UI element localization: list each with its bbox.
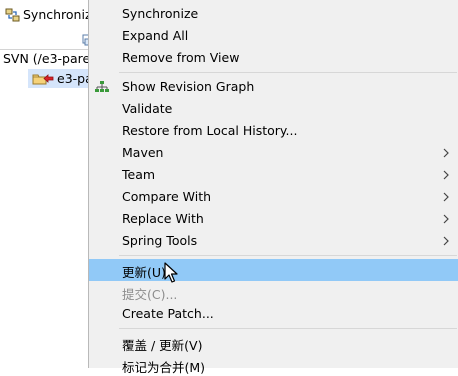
menu-item-create-patch[interactable]: Create Patch...: [89, 303, 458, 325]
menu-item-label: 更新(U): [122, 265, 166, 280]
synchronize-view-icon: [5, 8, 20, 22]
menu-item-spring-tools[interactable]: Spring Tools: [89, 230, 458, 252]
menu-item-replace-with[interactable]: Replace With: [89, 208, 458, 230]
menu-item-label: Synchronize: [122, 6, 199, 21]
menu-item-label: Maven: [122, 145, 164, 160]
menu-item-label: Expand All: [122, 28, 189, 43]
menu-item-label: Replace With: [122, 211, 204, 226]
chevron-right-icon: [443, 192, 449, 202]
chevron-right-icon: [443, 236, 449, 246]
synchronize-view: Synchronize SVN (/e3-pare e3-pa: [0, 0, 100, 368]
menu-item-restore-from-local-history[interactable]: Restore from Local History...: [89, 120, 458, 142]
menu-item-label: 提交(C)...: [122, 287, 178, 302]
menu-item-label: Spring Tools: [122, 233, 198, 248]
view-toolbar-divider: [0, 49, 100, 50]
synchronize-view-tab[interactable]: Synchronize: [0, 0, 100, 30]
menu-item-commit: 提交(C)...: [89, 281, 458, 303]
menu-item-compare-with[interactable]: Compare With: [89, 186, 458, 208]
menu-separator: [119, 255, 457, 256]
menu-item-label: Compare With: [122, 189, 212, 204]
menu-item-team[interactable]: Team: [89, 164, 458, 186]
menu-item-update[interactable]: 更新(U): [89, 259, 458, 281]
chevron-right-icon: [443, 148, 449, 158]
menu-separator: [119, 72, 457, 73]
menu-item-remove-from-view[interactable]: Remove from View: [89, 47, 458, 69]
menu-item-maven[interactable]: Maven: [89, 142, 458, 164]
menu-item-label: 覆盖 / 更新(V): [122, 338, 203, 353]
svn-repository-node[interactable]: SVN (/e3-pare: [3, 51, 90, 66]
menu-item-label: Team: [122, 167, 156, 182]
menu-item-label: Restore from Local History...: [122, 123, 298, 138]
context-menu: Synchronize Expand All Remove from View …: [88, 0, 458, 375]
menu-item-label: Show Revision Graph: [122, 79, 255, 94]
menu-separator: [119, 328, 457, 329]
menu-item-show-revision-graph[interactable]: Show Revision Graph: [89, 76, 458, 98]
menu-item-synchronize[interactable]: Synchronize: [89, 3, 458, 25]
menu-item-label: Remove from View: [122, 50, 240, 65]
menu-item-validate[interactable]: Validate: [89, 98, 458, 120]
menu-item-label: 标记为合并(M): [122, 360, 206, 375]
menu-item-label: Create Patch...: [122, 306, 214, 321]
menu-item-expand-all[interactable]: Expand All: [89, 25, 458, 47]
menu-item-override-and-update[interactable]: 覆盖 / 更新(V): [89, 332, 458, 354]
mouse-cursor-icon: [164, 262, 178, 283]
chevron-right-icon: [443, 214, 449, 224]
menu-item-mark-as-merged[interactable]: 标记为合并(M): [89, 354, 458, 376]
project-outgoing-change-icon: [32, 74, 54, 85]
menu-item-label: Validate: [122, 101, 173, 116]
chevron-right-icon: [443, 170, 449, 180]
revision-graph-icon: [95, 81, 109, 92]
